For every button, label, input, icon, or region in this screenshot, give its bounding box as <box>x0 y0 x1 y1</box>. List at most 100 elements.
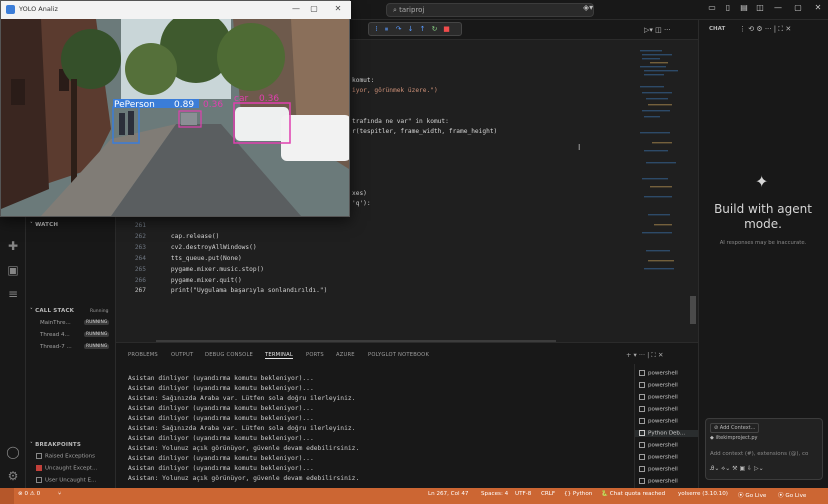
stop-icon[interactable]: ■ <box>441 24 452 35</box>
terminal-instance[interactable]: powershell <box>639 370 678 377</box>
encoding[interactable]: UTF-8 <box>515 491 531 497</box>
checkbox[interactable] <box>36 453 42 459</box>
go-live-button[interactable]: ⦿ Go Live <box>738 491 766 499</box>
terminal-icon <box>639 418 645 424</box>
yolo-minimize-button[interactable]: — <box>289 4 303 13</box>
minimap[interactable] <box>638 46 686 286</box>
terminal-icon <box>639 382 645 388</box>
terminal-line: Asistan: Sağınızda Araba var. Lütfen sol… <box>128 425 356 432</box>
terminal-icon <box>639 442 645 448</box>
toggle-primary-sidebar-icon[interactable]: ▭ <box>704 3 720 12</box>
breakpoint-user-uncaught[interactable]: User Uncaught E... <box>36 477 96 484</box>
git-branch-icon[interactable]: ⑂ <box>58 491 61 497</box>
terminal-icon <box>639 478 645 484</box>
minimize-button[interactable]: — <box>770 3 786 12</box>
command-center-search[interactable]: ⌕ tariproj <box>386 3 594 17</box>
toggle-panel-icon[interactable]: ▯ <box>720 3 736 12</box>
account-icon[interactable]: ◯ <box>5 444 21 460</box>
terminal-instance-active[interactable]: Python Deb... <box>635 430 699 437</box>
step-over-icon[interactable]: ↷ <box>393 24 404 35</box>
terminal-icon <box>639 370 645 376</box>
copilot-icon[interactable]: ◈▾ <box>583 3 593 12</box>
watch-section-header[interactable]: ˅ WATCH <box>30 222 58 228</box>
camera-frame: PePerson 0.89 0.36 car 0.36 <box>1 19 349 216</box>
terminal-instance[interactable]: powershell <box>639 394 678 401</box>
cursor-position[interactable]: Ln 267, Col 47 <box>428 491 468 497</box>
tab-ports[interactable]: PORTS <box>306 352 324 358</box>
go-live-button[interactable]: ⦿ Go Live <box>778 491 806 499</box>
close-button[interactable]: ✕ <box>810 3 826 12</box>
tree <box>217 23 285 91</box>
code-line: cv2.destroyAllWindows() <box>156 244 257 251</box>
tab-problems[interactable]: PROBLEMS <box>128 352 158 358</box>
chat-actions[interactable]: ⋮ ⟲ ⚙ ··· | ⛶ ✕ <box>739 25 791 34</box>
call-stack-section-header[interactable]: ˅ CALL STACK <box>30 308 74 314</box>
tree-trunk <box>71 79 77 189</box>
attached-file-chip[interactable]: ◆ iltekimproject.py <box>710 435 757 441</box>
terminal-instance[interactable]: powershell <box>639 466 678 473</box>
car-detection-label: car <box>234 94 248 104</box>
yolo-close-button[interactable]: ✕ <box>331 4 345 13</box>
terminal-instance[interactable]: powershell <box>639 442 678 449</box>
terminal-instance[interactable]: powershell <box>639 418 678 425</box>
terminal-instance[interactable]: powershell <box>639 478 678 485</box>
chat-sparkle-icon: ✦ <box>755 172 769 191</box>
remote-explorer-icon[interactable]: ▣ <box>5 262 21 278</box>
customize-layout-icon[interactable]: ◫ <box>752 3 768 12</box>
code-line: pygame.mixer.music.stop() <box>156 266 265 273</box>
editor-scrollbar-thumb[interactable] <box>690 296 696 324</box>
add-context-button[interactable]: ⊘ Add Context... <box>710 423 760 433</box>
line-ending[interactable]: CRLF <box>541 491 555 497</box>
restart-icon[interactable]: ↻ <box>429 24 440 35</box>
code-fragment: iyor, görünmek üzere.") <box>352 87 438 94</box>
breakpoint-raised-exceptions[interactable]: Raised Exceptions <box>36 453 95 460</box>
testing-icon[interactable]: ≡ <box>5 286 21 302</box>
panel-actions[interactable]: + ▾ ··· | ⛶ ✕ <box>626 351 663 360</box>
checkbox-checked[interactable] <box>36 465 42 471</box>
pause-icon[interactable]: ⏸ <box>381 24 392 35</box>
thread-row[interactable]: MainThre... <box>40 320 71 326</box>
tab-polyglot-notebook[interactable]: POLYGLOT NOTEBOOK <box>368 352 429 358</box>
toggle-secondary-sidebar-icon[interactable]: ▤ <box>736 3 752 12</box>
person-detection-confidence: 0.89 <box>174 100 194 110</box>
yolo-window-titlebar[interactable]: YOLO Analiz — ▢ ✕ <box>1 1 351 19</box>
code-line: tts_queue.put(None) <box>156 255 242 262</box>
app-icon <box>6 5 15 14</box>
terminal-icon <box>639 466 645 472</box>
pedestrian <box>128 111 134 135</box>
breakpoints-section-header[interactable]: ˅ BREAKPOINTS <box>30 442 81 448</box>
language-mode[interactable]: {} Python <box>564 491 592 497</box>
chat-toolbar[interactable]: Ꭿ⌄ ⟡⌄ ⚒ ▣ ⇩ ▷⌄ <box>710 465 764 473</box>
terminal-line: Asistan dinliyor (uyandırma komutu bekle… <box>128 375 314 382</box>
thread-row[interactable]: Thread 4... <box>40 332 70 338</box>
thread-row[interactable]: Thread-7 ... <box>40 344 72 350</box>
tab-terminal[interactable]: TERMINAL <box>265 352 293 359</box>
step-into-icon[interactable]: ↓ <box>405 24 416 35</box>
tab-output[interactable]: OUTPUT <box>171 352 193 358</box>
debug-icon <box>639 430 645 436</box>
terminal-line: Asistan dinliyor (uyandırma komutu bekle… <box>128 455 314 462</box>
problems-count[interactable]: ⊗ 0 ⚠ 0 <box>18 491 40 497</box>
indentation[interactable]: Spaces: 4 <box>481 491 508 497</box>
step-out-icon[interactable]: ↑ <box>417 24 428 35</box>
python-interpreter[interactable]: yolserre (3.10.10) <box>678 491 728 497</box>
tab-azure[interactable]: AZURE <box>336 352 355 358</box>
chat-quota-status[interactable]: 🐍 Chat quota reached <box>601 491 665 497</box>
terminal-instance[interactable]: powershell <box>639 454 678 461</box>
chat-input-placeholder[interactable]: Add context (#), extensions (@), co <box>710 451 808 457</box>
breakpoint-uncaught-exceptions[interactable]: Uncaught Except... <box>36 465 97 472</box>
checkbox[interactable] <box>36 477 42 483</box>
yolo-analysis-window[interactable]: YOLO Analiz — ▢ ✕ PePerson 0.89 0.36 car… <box>0 0 351 217</box>
manage-gear-icon[interactable]: ⚙ <box>5 468 21 484</box>
terminal-instance[interactable]: powershell <box>639 406 678 413</box>
yolo-maximize-button[interactable]: ▢ <box>307 4 321 13</box>
terminal-instance[interactable]: powershell <box>639 382 678 389</box>
pedestrian <box>119 113 125 135</box>
run-debug-icon[interactable]: ▷▾ ◫ ··· <box>644 26 671 34</box>
remote-indicator[interactable] <box>0 488 14 504</box>
chat-input-box[interactable]: ⊘ Add Context... ◆ iltekimproject.py Add… <box>705 418 823 480</box>
maximize-button[interactable]: ▢ <box>790 3 806 12</box>
extensions-icon[interactable]: ✚ <box>5 238 21 254</box>
tab-debug-console[interactable]: DEBUG CONSOLE <box>205 352 253 358</box>
thread-status-badge: RUNNING <box>84 332 110 337</box>
